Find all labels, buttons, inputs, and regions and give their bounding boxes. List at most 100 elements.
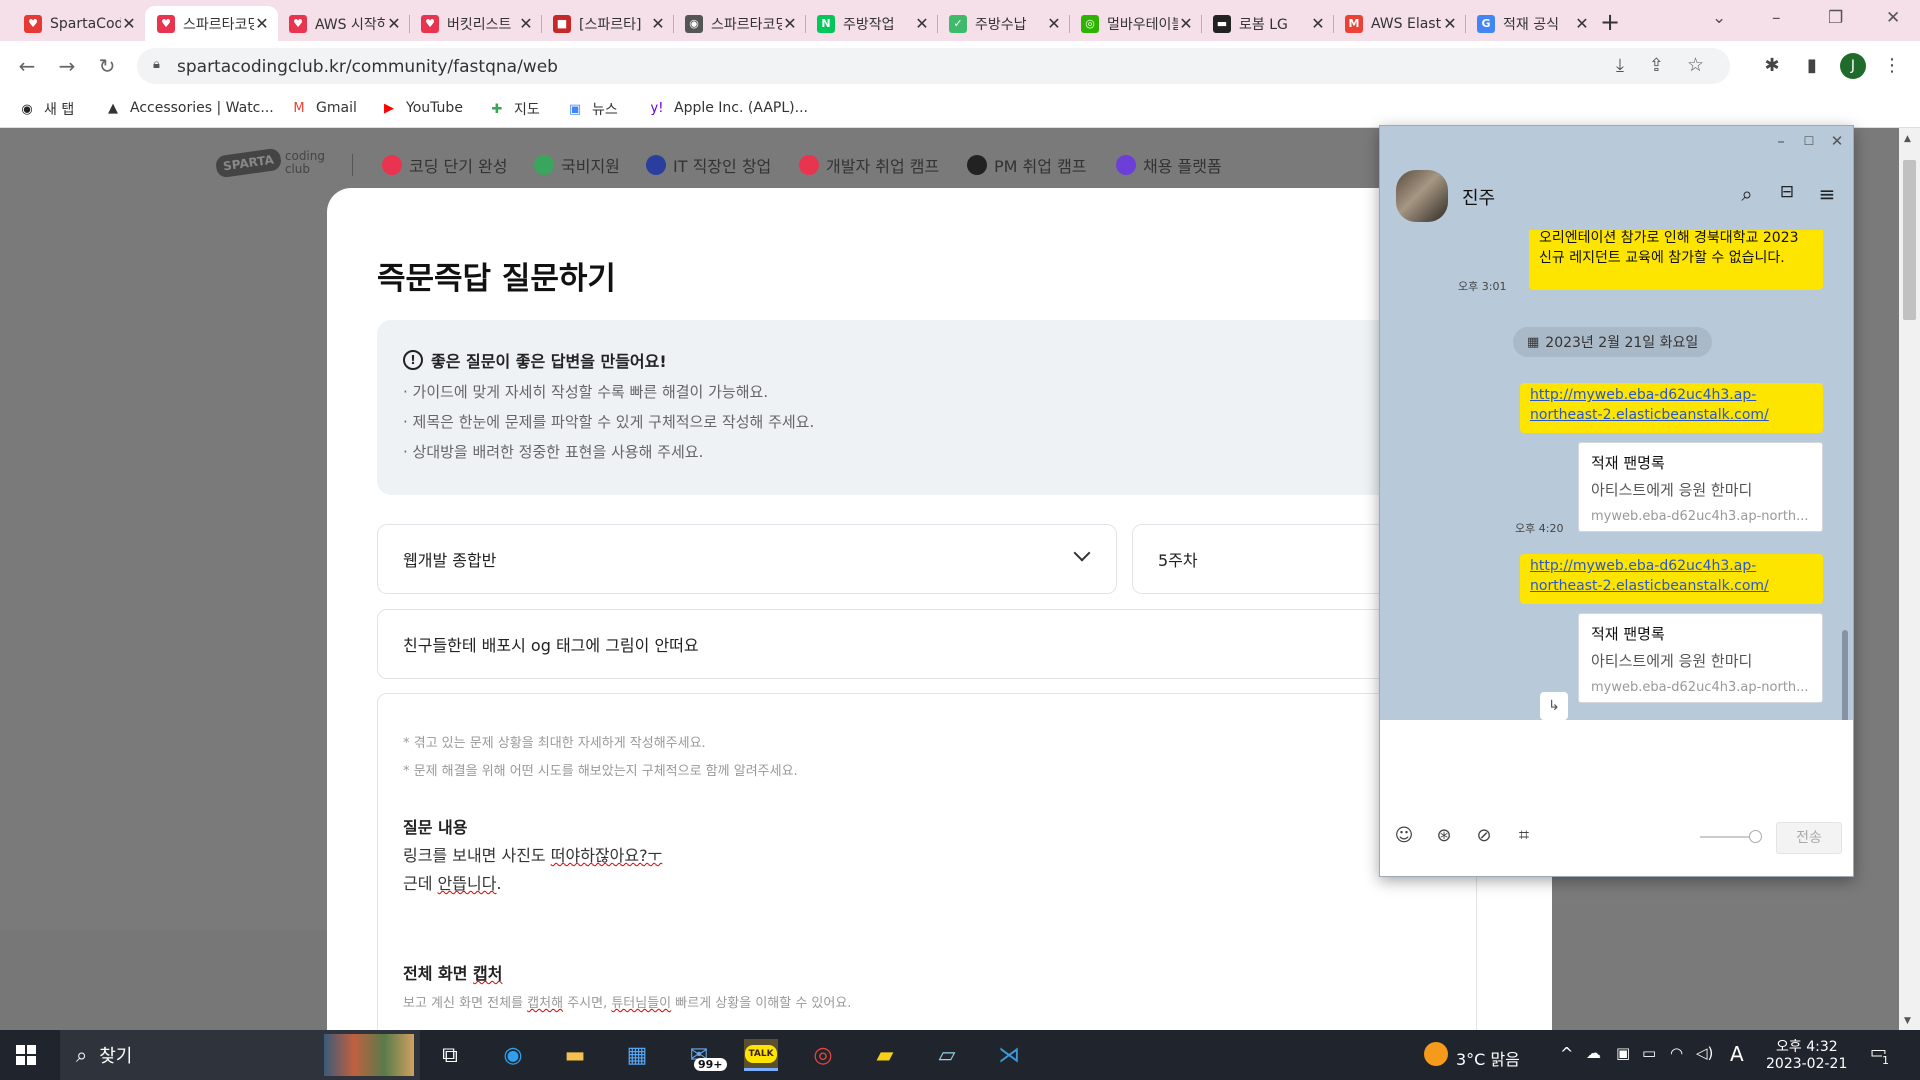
notepad-icon[interactable]: ▱ <box>930 1039 964 1071</box>
volume-icon[interactable]: ◁) <box>1696 1044 1713 1062</box>
edge-icon[interactable]: ◉ <box>496 1039 530 1071</box>
chat-bubble[interactable]: 오리엔테이션 참가로 인해 경북대학교 2023 신규 레지던트 교육에 참가할… <box>1529 230 1823 290</box>
forward-icon[interactable]: → <box>54 53 80 79</box>
chat-bubble-link[interactable]: http://myweb.eba-d62uc4h3.ap-northeast-2… <box>1520 383 1823 433</box>
browser-tab[interactable]: N 주방작업 ✕ <box>805 6 938 41</box>
browser-tab[interactable]: ■ [스파르타] ✕ <box>541 6 674 41</box>
site-nav-item[interactable]: IT 직장인 창업 <box>646 153 771 177</box>
chrome-icon[interactable]: ◎ <box>806 1039 840 1071</box>
weather-text[interactable]: 3°C 맑음 <box>1456 1046 1520 1070</box>
site-nav-item[interactable]: 채용 플랫폼 <box>1116 153 1222 177</box>
taskbar-search[interactable]: ⌕ 찾기 <box>60 1030 420 1080</box>
tab-close-icon[interactable]: ✕ <box>121 14 137 33</box>
tab-close-icon[interactable]: ✕ <box>1442 14 1458 33</box>
maximize-icon[interactable]: ☐ <box>1798 134 1820 156</box>
browser-tab[interactable]: ◉ 스파르타코딩 ✕ <box>673 6 806 41</box>
wifi-icon[interactable]: ◠ <box>1670 1044 1683 1062</box>
vscode-icon[interactable]: ⋊ <box>992 1039 1026 1071</box>
new-tab-button[interactable]: + <box>1600 8 1620 36</box>
browser-tab[interactable]: ◎ 멀바우테이블 ✕ <box>1069 6 1202 41</box>
page-scrollbar[interactable]: ▲ ▼ <box>1899 128 1920 1030</box>
link-preview-card[interactable]: 적재 팬명록 아티스트에게 응원 한마디 myweb.eba-d62uc4h3.… <box>1578 613 1823 703</box>
bookmark-star-icon[interactable]: ☆ <box>1687 54 1704 76</box>
tab-close-icon[interactable]: ✕ <box>1310 14 1326 33</box>
browser-tab[interactable]: ♥ AWS 시작하기✕ <box>277 6 410 41</box>
profile-avatar[interactable]: J <box>1840 53 1866 79</box>
reload-icon[interactable]: ↻ <box>94 53 120 79</box>
bookmark-item[interactable]: y! Apple Inc. (AAPL)... <box>648 99 808 117</box>
close-icon[interactable]: ✕ <box>1826 132 1848 154</box>
search-icon[interactable]: ⌕ <box>1734 182 1760 208</box>
question-body-editor[interactable]: * 겪고 있는 문제 상황을 최대한 자세하게 작성해주세요. * 문제 해결을… <box>377 693 1477 1030</box>
kakaotalk-taskbar-icon[interactable]: TALK <box>744 1039 778 1071</box>
bookmark-item[interactable]: ✚ 지도 <box>488 99 540 119</box>
tab-search-icon[interactable]: ⌄ <box>1712 8 1726 28</box>
tab-close-icon[interactable]: ✕ <box>650 14 666 33</box>
onedrive-icon[interactable]: ☁ <box>1586 1044 1601 1062</box>
emoticon-icon[interactable]: ⊛ <box>1432 825 1456 849</box>
install-icon[interactable]: ⤓ <box>1616 55 1624 76</box>
emoji-icon[interactable]: ☺ <box>1392 825 1416 849</box>
menu-icon[interactable]: ⋮ <box>1880 54 1904 78</box>
question-title-input[interactable]: 친구들한테 배포시 og 태그에 그림이 안떠요 <box>377 609 1477 679</box>
scrollbar-thumb[interactable] <box>1903 160 1916 320</box>
window-restore-icon[interactable]: ❐ <box>1828 8 1843 28</box>
meet-icon[interactable]: ▣ <box>1616 1044 1630 1062</box>
window-minimize-icon[interactable]: – <box>1772 8 1781 28</box>
bookmark-item[interactable]: ◉ 새 탭 <box>18 99 74 119</box>
battery-icon[interactable]: ▭ <box>1642 1044 1656 1062</box>
browser-tab[interactable]: ▬ 로봄 LG ✕ <box>1201 6 1334 41</box>
tab-close-icon[interactable]: ✕ <box>782 14 798 33</box>
tab-close-icon[interactable]: ✕ <box>1574 14 1590 33</box>
share-icon[interactable]: ⇪ <box>1649 55 1664 76</box>
ime-indicator[interactable]: A <box>1730 1042 1744 1066</box>
chat-link[interactable]: http://myweb.eba-d62uc4h3.ap-northeast-2… <box>1530 387 1769 423</box>
tab-close-icon[interactable]: ✕ <box>1178 14 1194 33</box>
browser-tab[interactable]: G 적재 공식 ✕ <box>1465 6 1598 41</box>
share-arrow-icon[interactable]: ↳ <box>1540 692 1568 720</box>
site-nav-item[interactable]: 코딩 단기 완성 <box>382 153 508 177</box>
chevron-up-icon[interactable]: ^ <box>1560 1044 1573 1063</box>
attach-icon[interactable]: ⊘ <box>1472 825 1496 849</box>
site-nav-item[interactable]: 개발자 취업 캠프 <box>799 153 939 177</box>
chat-input-area[interactable]: ☺ ⊛ ⊘ ⌗ 전송 <box>1380 720 1853 876</box>
tab-close-icon[interactable]: ✕ <box>518 14 534 33</box>
tab-close-icon[interactable]: ✕ <box>1046 14 1062 33</box>
browser-tab[interactable]: ♥ 버킷리스트 ✕ <box>409 6 542 41</box>
windows-start-icon[interactable] <box>16 1045 36 1065</box>
tab-close-icon[interactable]: ✕ <box>914 14 930 33</box>
browser-tab[interactable]: M AWS Elastic✕ <box>1333 6 1466 41</box>
avatar[interactable] <box>1396 170 1448 222</box>
browser-tab[interactable]: ♥ SpartaCodingClub✕ <box>12 6 145 41</box>
browser-tab[interactable]: ✓ 주방수납 ✕ <box>937 6 1070 41</box>
store-icon[interactable]: ▦ <box>620 1039 654 1071</box>
bookmark-item[interactable]: ▶ YouTube <box>380 99 463 117</box>
address-bar[interactable]: 🔒︎ spartacodingclub.kr/community/fastqna… <box>137 48 1730 84</box>
side-panel-icon[interactable]: ▮ <box>1800 54 1824 78</box>
clock-date[interactable]: 2023-02-21 <box>1766 1056 1847 1072</box>
bookmark-item[interactable]: ▣ 뉴스 <box>566 99 618 119</box>
chat-bubble-link[interactable]: http://myweb.eba-d62uc4h3.ap-northeast-2… <box>1520 554 1823 604</box>
sticky-notes-icon[interactable]: ▰ <box>868 1039 902 1071</box>
extensions-icon[interactable]: ✱ <box>1760 54 1784 78</box>
file-explorer-icon[interactable]: ▬ <box>558 1039 592 1071</box>
chat-link[interactable]: http://myweb.eba-d62uc4h3.ap-northeast-2… <box>1530 558 1769 594</box>
slider-knob[interactable] <box>1749 830 1762 843</box>
menu-icon[interactable]: ≡ <box>1814 182 1840 208</box>
drawer-icon[interactable]: ⊟ <box>1774 182 1800 208</box>
back-icon[interactable]: ← <box>14 53 40 79</box>
send-button[interactable]: 전송 <box>1776 822 1842 854</box>
link-preview-card[interactable]: 적재 팬명록 아티스트에게 응원 한마디 myweb.eba-d62uc4h3.… <box>1578 442 1823 532</box>
tab-close-icon[interactable]: ✕ <box>386 14 402 33</box>
browser-tab[interactable]: ♥ 스파르타코딩클럽✕ <box>145 6 278 41</box>
course-select[interactable]: 웹개발 종합반 <box>377 524 1117 594</box>
site-nav-item[interactable]: 국비지원 <box>534 153 620 177</box>
bookmark-item[interactable]: M Gmail <box>290 99 356 117</box>
bookmark-item[interactable]: ▲ Accessories | Watc... <box>104 99 274 117</box>
scroll-down-icon[interactable]: ▼ <box>1904 1016 1911 1026</box>
tab-close-icon[interactable]: ✕ <box>254 14 270 33</box>
task-view-icon[interactable]: ⧉ <box>433 1039 467 1071</box>
site-nav-item[interactable]: PM 취업 캠프 <box>967 153 1087 177</box>
minimize-icon[interactable]: – <box>1770 132 1792 154</box>
scroll-up-icon[interactable]: ▲ <box>1904 134 1911 144</box>
